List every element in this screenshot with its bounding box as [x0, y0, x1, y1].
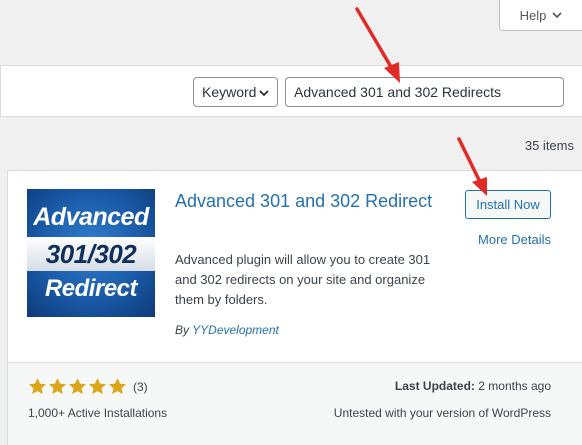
- star-filled-icon: [109, 378, 126, 395]
- help-tab-label: Help: [519, 7, 547, 23]
- star-filled-icon: [29, 378, 46, 395]
- author-prefix: By: [175, 323, 190, 337]
- rating-stars: [28, 377, 127, 396]
- star-filled-icon: [69, 378, 86, 395]
- plugin-icon-line-3: Redirect: [44, 275, 138, 302]
- star-filled-icon: [49, 378, 66, 395]
- rating-count: (3): [133, 379, 148, 394]
- search-type-select[interactable]: Keyword: [193, 77, 278, 107]
- star-rating: (3): [28, 377, 148, 396]
- install-now-button[interactable]: Install Now: [465, 190, 551, 219]
- plugin-description: Advanced plugin will allow you to create…: [175, 252, 431, 307]
- plugin-icon[interactable]: Advanced 301/302 Redirect: [27, 189, 155, 317]
- plugin-author: By YYDevelopment: [175, 323, 279, 337]
- filter-bar-edge: [0, 65, 1, 117]
- help-tab[interactable]: Help: [499, 0, 582, 31]
- chevron-down-icon: [552, 12, 562, 19]
- items-count: 35 items: [524, 138, 574, 153]
- plugin-search-input[interactable]: [285, 77, 564, 107]
- chevron-down-icon: [259, 90, 269, 97]
- plugin-card-footer: [7, 362, 582, 445]
- plugin-icon-line-1: Advanced: [33, 203, 149, 231]
- search-type-value: Keyword: [202, 84, 257, 100]
- last-updated-value: 2 months ago: [478, 379, 551, 393]
- plugin-title-link[interactable]: Advanced 301 and 302 Redirect: [175, 190, 445, 212]
- author-link[interactable]: YYDevelopment: [192, 323, 279, 337]
- last-updated: Last Updated: 2 months ago: [395, 379, 551, 393]
- active-installs: 1,000+ Active Installations: [28, 406, 168, 420]
- plugin-icon-line-2: 301/302: [45, 239, 137, 269]
- compatibility-note: Untested with your version of WordPress: [333, 406, 551, 420]
- star-filled-icon: [89, 378, 106, 395]
- last-updated-label: Last Updated:: [394, 379, 475, 393]
- more-details-link[interactable]: More Details: [478, 232, 551, 247]
